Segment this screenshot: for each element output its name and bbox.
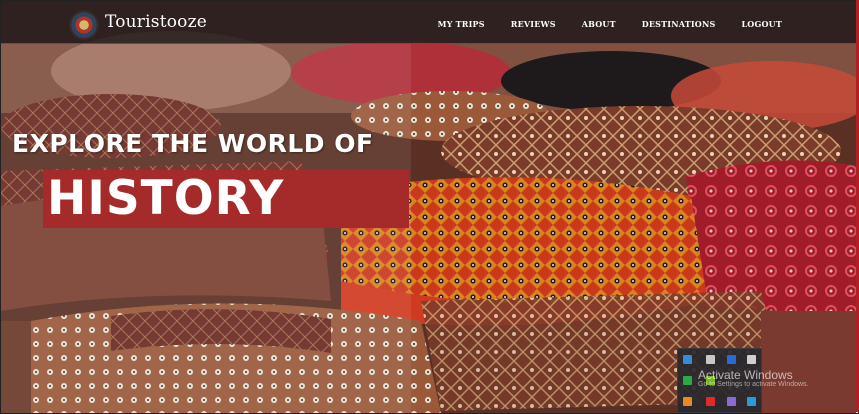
nav-logout[interactable]: LOGOUT [741, 19, 782, 29]
bluetooth-icon[interactable] [727, 355, 736, 364]
mail-icon[interactable] [683, 397, 692, 406]
activate-windows-title: Activate Windows [698, 368, 793, 382]
nav-reviews[interactable]: REVIEWS [511, 19, 556, 29]
hero-highlight-text: HISTORY [47, 171, 285, 226]
network-icon[interactable] [747, 355, 756, 364]
brand-name[interactable]: Touristooze [105, 12, 207, 32]
shield-icon[interactable] [706, 397, 715, 406]
nav-my-trips[interactable]: MY TRIPS [438, 19, 485, 29]
windows-defender-icon[interactable] [683, 355, 692, 364]
skype-icon[interactable] [747, 397, 756, 406]
logo-icon[interactable] [69, 10, 99, 40]
activate-windows-subtitle: Go to Settings to activate Windows. [698, 381, 809, 388]
top-navbar: Touristooze MY TRIPS REVIEWS ABOUT DESTI… [1, 1, 856, 44]
nav-about[interactable]: ABOUT [582, 19, 616, 29]
browser-viewport: Touristooze MY TRIPS REVIEWS ABOUT DESTI… [0, 0, 859, 414]
hero-headline: EXPLORE THE WORLD OF [12, 129, 374, 158]
pen-icon[interactable] [727, 397, 736, 406]
app-icon[interactable] [683, 376, 692, 385]
notes-icon[interactable] [706, 355, 715, 364]
main-nav: MY TRIPS REVIEWS ABOUT DESTINATIONS LOGO… [438, 19, 782, 29]
nav-destinations[interactable]: DESTINATIONS [642, 19, 716, 29]
